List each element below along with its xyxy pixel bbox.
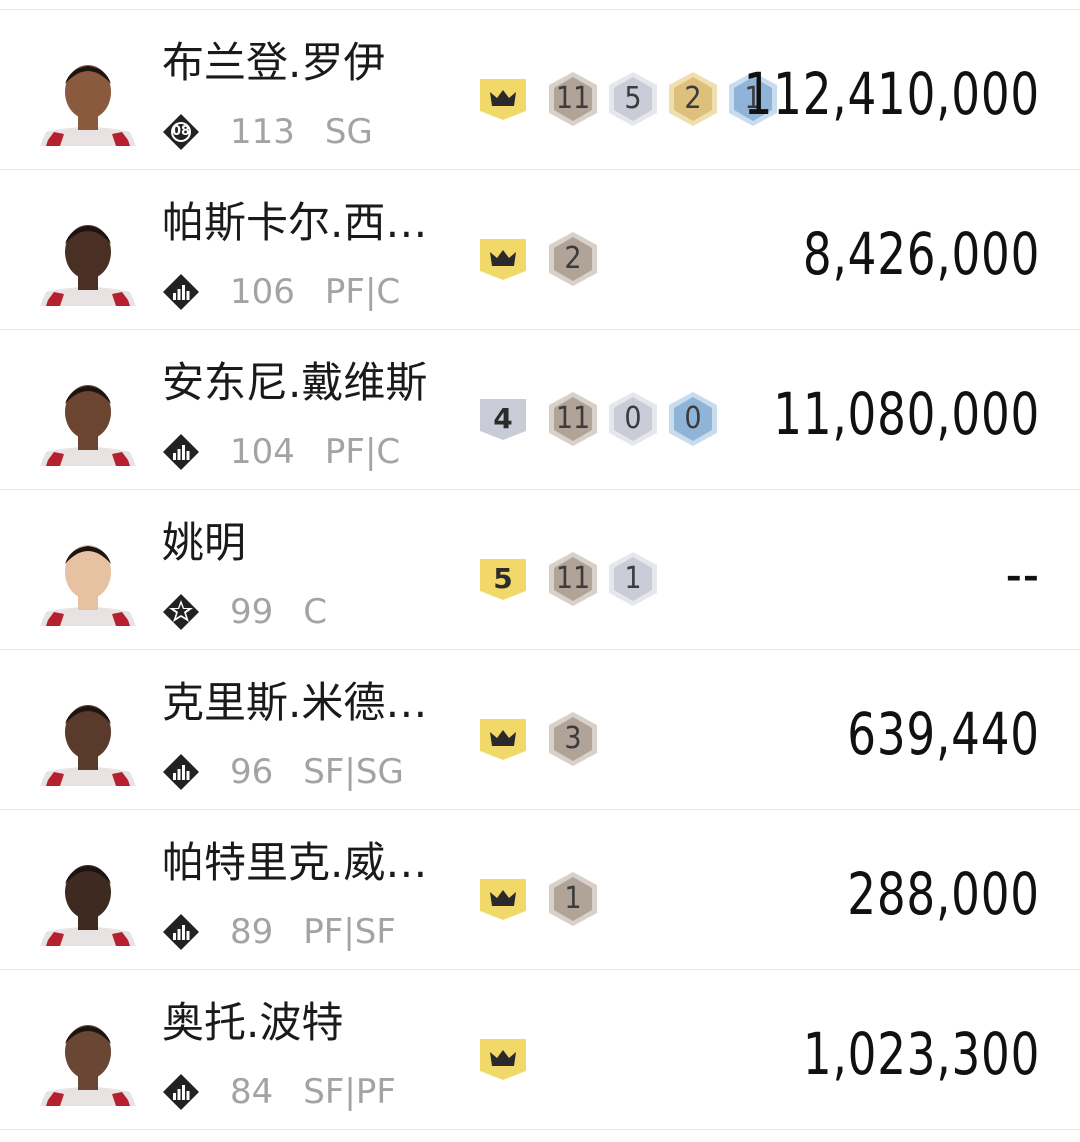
hex-badge-bronze: 2 (546, 231, 600, 287)
hex-badge-blue: 0 (666, 391, 720, 447)
crown-icon (476, 77, 530, 121)
badge-group: 3 (476, 711, 606, 767)
player-meta: 89 PF|SF (162, 910, 396, 954)
hex-badge-gold: 2 (666, 71, 720, 127)
badge-group: 5 11 1 (476, 551, 666, 607)
badge-count: 0 (624, 401, 642, 436)
player-rating: 113 (230, 112, 295, 152)
crown-icon (476, 237, 530, 281)
crown-icon (476, 877, 530, 921)
crown-icon (476, 717, 530, 761)
player-position: C (303, 592, 328, 632)
player-avatar (40, 370, 136, 466)
player-rating: 96 (230, 752, 274, 792)
player-avatar (40, 210, 136, 306)
player-price: 112,410,000 (743, 60, 1040, 128)
tier-label: 08 (171, 124, 191, 139)
tier-08-icon: 08 (162, 113, 200, 151)
player-row[interactable]: 克里斯.米德… 96 SF|SG 3 639,440 (0, 650, 1080, 810)
player-name: 安东尼.戴维斯 (162, 358, 428, 407)
tier-bars-icon (162, 753, 200, 791)
player-avatar (40, 530, 136, 626)
player-name: 姚明 (162, 518, 247, 567)
player-row[interactable]: 安东尼.戴维斯 104 PF|C 4 11 0 0 11,080,000 (0, 330, 1080, 490)
player-position: SF|PF (303, 1072, 396, 1112)
player-rating: 99 (230, 592, 274, 632)
player-rating: 84 (230, 1072, 274, 1112)
player-meta: 84 SF|PF (162, 1070, 396, 1114)
player-price: 11,080,000 (773, 380, 1040, 448)
rank-number: 4 (493, 402, 513, 435)
player-price: 8,426,000 (802, 220, 1040, 288)
player-name: 帕特里克.威… (162, 838, 428, 887)
player-position: SG (324, 112, 373, 152)
player-rating: 104 (230, 432, 295, 472)
badge-count: 2 (684, 81, 702, 116)
player-position: PF|C (324, 432, 401, 472)
badge-count: 11 (555, 561, 591, 596)
hex-badge-bronze: 11 (546, 71, 600, 127)
badge-group (476, 1031, 546, 1087)
player-price: -- (1005, 540, 1040, 608)
player-meta: 106 PF|C (162, 270, 400, 314)
tier-star-icon (162, 593, 200, 631)
rank-badge: 5 (476, 557, 530, 601)
player-price: 288,000 (847, 860, 1040, 928)
hex-badge-bronze: 3 (546, 711, 600, 767)
rank-number: 5 (493, 562, 513, 595)
player-meta: 104 PF|C (162, 430, 400, 474)
badge-count: 1 (564, 881, 582, 916)
player-avatar (40, 690, 136, 786)
badge-group: 2 (476, 231, 606, 287)
player-row[interactable]: 奥托.波特 84 SF|PF 1,023,300 (0, 970, 1080, 1130)
player-price: 1,023,300 (802, 1020, 1040, 1088)
player-rating: 106 (230, 272, 295, 312)
crown-icon (476, 1037, 530, 1081)
badge-count: 3 (564, 721, 582, 756)
player-name: 克里斯.米德… (162, 678, 428, 727)
player-name: 布兰登.罗伊 (162, 38, 386, 87)
hex-badge-silver: 0 (606, 391, 660, 447)
player-meta: 99 C (162, 590, 327, 634)
player-position: SF|SG (303, 752, 404, 792)
player-rating: 89 (230, 912, 274, 952)
player-position: PF|SF (303, 912, 396, 952)
badge-count: 2 (564, 241, 582, 276)
hex-badge-bronze: 11 (546, 391, 600, 447)
badge-group: 11 5 2 1 (476, 71, 786, 127)
player-position: PF|C (324, 272, 401, 312)
badge-count: 0 (684, 401, 702, 436)
player-avatar (40, 850, 136, 946)
tier-bars-icon (162, 273, 200, 311)
badge-count: 1 (624, 561, 642, 596)
rank-badge: 4 (476, 397, 530, 441)
player-meta: 08 113 SG (162, 110, 373, 154)
player-avatar (40, 1010, 136, 1106)
player-meta: 96 SF|SG (162, 750, 404, 794)
player-name: 奥托.波特 (162, 998, 344, 1047)
tier-bars-icon (162, 913, 200, 951)
badge-count: 5 (624, 81, 642, 116)
hex-badge-bronze: 1 (546, 871, 600, 927)
player-row[interactable]: 帕斯卡尔.西… 106 PF|C 2 8,426,000 (0, 170, 1080, 330)
badge-count: 11 (555, 81, 591, 116)
hex-badge-bronze: 11 (546, 551, 600, 607)
tier-bars-icon (162, 1073, 200, 1111)
player-name: 帕斯卡尔.西… (162, 198, 428, 247)
badge-group: 1 (476, 871, 606, 927)
player-row[interactable]: 布兰登.罗伊 08 113 SG 11 5 2 1 112,410,000 (0, 10, 1080, 170)
badge-count: 11 (555, 401, 591, 436)
tier-bars-icon (162, 433, 200, 471)
hex-badge-silver: 1 (606, 551, 660, 607)
player-avatar (40, 50, 136, 146)
badge-group: 4 11 0 0 (476, 391, 726, 447)
player-price: 639,440 (847, 700, 1040, 768)
hex-badge-silver: 5 (606, 71, 660, 127)
player-row[interactable]: 帕特里克.威… 89 PF|SF 1 288,000 (0, 810, 1080, 970)
player-row[interactable]: 姚明 99 C 5 11 1 -- (0, 490, 1080, 650)
